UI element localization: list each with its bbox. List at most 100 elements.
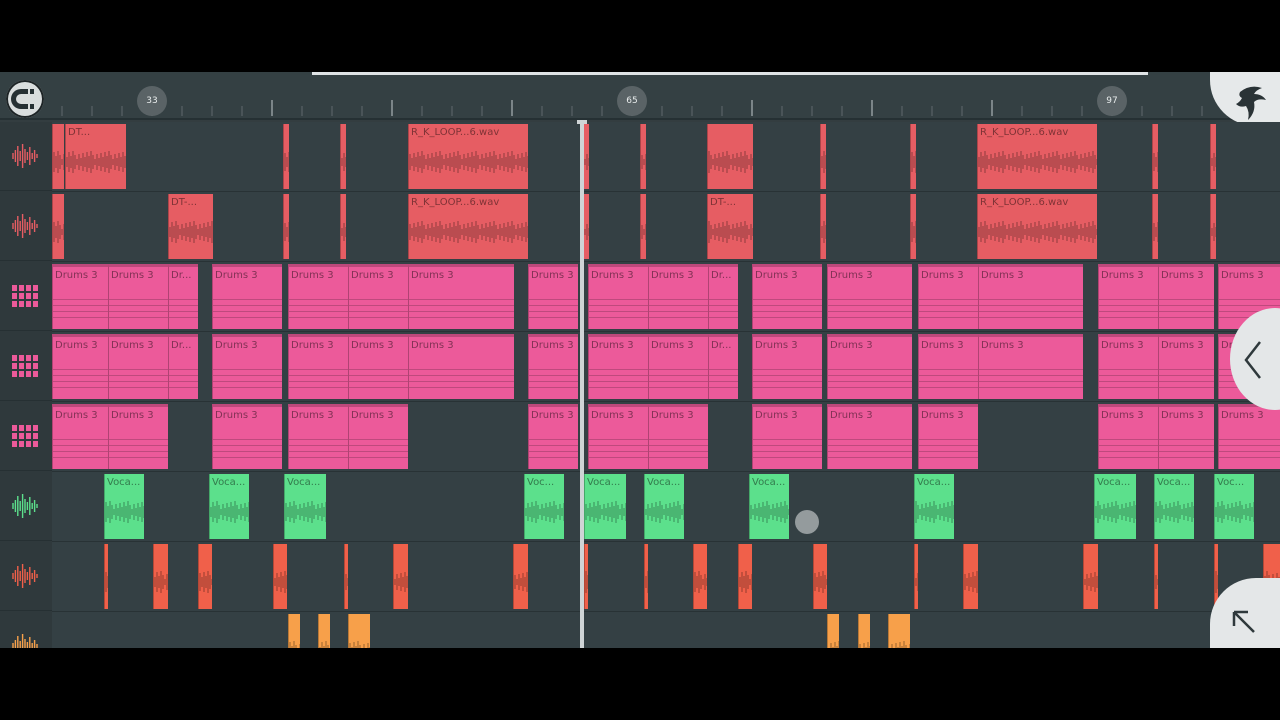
track-header[interactable] — [0, 402, 52, 471]
audio-clip[interactable] — [963, 544, 978, 609]
pattern-clip[interactable]: Drums 3 — [52, 404, 108, 469]
audio-clip[interactable] — [1154, 544, 1158, 609]
audio-clip[interactable] — [914, 544, 918, 609]
audio-clip[interactable] — [288, 614, 300, 648]
audio-clip[interactable] — [738, 544, 752, 609]
audio-clip[interactable] — [198, 544, 212, 609]
pattern-clip[interactable]: Drums 3 — [752, 404, 822, 469]
playlist-lanes[interactable]: DT... R_K_LOOP...6.wav R_K_LOOP...6.wav DT-… — [52, 122, 1280, 648]
audio-clip[interactable] — [52, 124, 64, 189]
pattern-clip[interactable]: Drums 3 — [108, 264, 168, 329]
pattern-clip[interactable]: Drums 3 — [827, 334, 912, 399]
pattern-clip[interactable]: Drums 3 — [918, 264, 978, 329]
bar-marker-33[interactable]: 33 — [137, 86, 167, 116]
audio-clip[interactable]: R_K_LOOP...6.wav — [408, 124, 528, 189]
audio-clip[interactable] — [104, 544, 108, 609]
pattern-clip[interactable]: Drums 3 — [752, 334, 822, 399]
pattern-clip[interactable]: Drums 3 — [528, 334, 578, 399]
audio-clip[interactable]: DT-... — [707, 194, 753, 259]
audio-clip[interactable] — [707, 124, 753, 189]
pattern-clip[interactable]: Drums 3 — [52, 334, 108, 399]
pattern-clip[interactable]: Drums 3 — [1158, 264, 1214, 329]
audio-clip[interactable]: R_K_LOOP...6.wav — [977, 124, 1097, 189]
audio-clip[interactable] — [820, 194, 826, 259]
pattern-clip[interactable]: Drums 3 — [408, 264, 514, 329]
audio-clip[interactable] — [1152, 194, 1158, 259]
pattern-clip[interactable]: Drums 3 — [528, 264, 578, 329]
pattern-clip[interactable]: Drums 3 — [588, 264, 648, 329]
audio-clip[interactable] — [283, 194, 289, 259]
pattern-clip[interactable]: Drums 3 — [978, 264, 1083, 329]
audio-clip[interactable] — [1210, 124, 1216, 189]
pattern-clip[interactable]: Drums 3 — [212, 264, 282, 329]
audio-clip[interactable]: Voca... — [914, 474, 954, 539]
audio-clip[interactable] — [340, 124, 346, 189]
pattern-clip[interactable]: Drums 3 — [1098, 264, 1158, 329]
track-header[interactable] — [0, 472, 52, 541]
audio-clip[interactable] — [393, 544, 408, 609]
audio-clip[interactable]: Voca... — [1154, 474, 1194, 539]
audio-clip[interactable] — [640, 124, 646, 189]
audio-clip[interactable]: R_K_LOOP...6.wav — [977, 194, 1097, 259]
audio-clip[interactable] — [348, 614, 370, 648]
audio-clip[interactable] — [52, 194, 64, 259]
track-header[interactable] — [0, 262, 52, 331]
audio-clip[interactable] — [827, 614, 839, 648]
audio-clip[interactable] — [858, 614, 870, 648]
pattern-clip[interactable]: Drums 3 — [648, 404, 708, 469]
track-header[interactable] — [0, 192, 52, 261]
track-header[interactable] — [0, 122, 52, 191]
track-header[interactable] — [0, 542, 52, 611]
audio-clip[interactable] — [318, 614, 330, 648]
audio-clip[interactable]: R_K_LOOP...6.wav — [408, 194, 528, 259]
pattern-clip[interactable]: Dr... — [168, 334, 198, 399]
pattern-clip[interactable]: Drums 3 — [348, 264, 408, 329]
audio-clip[interactable] — [513, 544, 528, 609]
pattern-clip[interactable]: Drums 3 — [288, 334, 348, 399]
horizontal-scrollbar[interactable] — [312, 72, 1148, 75]
audio-clip[interactable] — [888, 614, 910, 648]
audio-clip[interactable]: Voca... — [749, 474, 789, 539]
audio-clip[interactable]: Voca... — [104, 474, 144, 539]
pattern-clip[interactable]: Drums 3 — [1098, 334, 1158, 399]
pattern-clip[interactable]: Drums 3 — [648, 334, 708, 399]
track-lane[interactable] — [52, 612, 1280, 648]
bar-marker-65[interactable]: 65 — [617, 86, 647, 116]
pattern-clip[interactable]: Drums 3 — [978, 334, 1083, 399]
audio-clip[interactable] — [1083, 544, 1098, 609]
pattern-clip[interactable]: Dr... — [168, 264, 198, 329]
track-header[interactable] — [0, 332, 52, 401]
audio-clip[interactable]: DT-... — [168, 194, 213, 259]
audio-clip[interactable] — [584, 544, 588, 609]
audio-clip[interactable] — [340, 194, 346, 259]
pattern-clip[interactable]: Dr... — [708, 334, 738, 399]
audio-clip[interactable] — [283, 124, 289, 189]
audio-clip[interactable] — [693, 544, 707, 609]
audio-clip[interactable] — [1210, 194, 1216, 259]
audio-clip[interactable] — [820, 124, 826, 189]
pattern-clip[interactable]: Drums 3 — [212, 334, 282, 399]
audio-clip[interactable] — [813, 544, 827, 609]
pattern-clip[interactable]: Drums 3 — [1158, 404, 1214, 469]
pattern-clip[interactable]: Drums 3 — [827, 264, 912, 329]
pattern-clip[interactable]: Drums 3 — [108, 404, 168, 469]
audio-clip[interactable]: Voca... — [284, 474, 326, 539]
bar-marker-97[interactable]: 97 — [1097, 86, 1127, 116]
audio-clip[interactable]: Voc... — [524, 474, 564, 539]
audio-clip[interactable]: Voca... — [584, 474, 626, 539]
pattern-clip[interactable]: Drums 3 — [288, 404, 348, 469]
pattern-clip[interactable]: Drums 3 — [1158, 334, 1214, 399]
audio-clip[interactable] — [153, 544, 168, 609]
audio-clip[interactable] — [273, 544, 287, 609]
pattern-clip[interactable]: Drums 3 — [408, 334, 514, 399]
audio-clip[interactable]: Voca... — [209, 474, 249, 539]
snap-button[interactable] — [6, 80, 44, 118]
pattern-clip[interactable]: Drums 3 — [108, 334, 168, 399]
pattern-clip[interactable]: Drums 3 — [588, 404, 648, 469]
pattern-clip[interactable]: Drums 3 — [1218, 404, 1280, 469]
pattern-clip[interactable]: Dr... — [708, 264, 738, 329]
pattern-clip[interactable]: Drums 3 — [918, 404, 978, 469]
audio-clip[interactable]: Voc... — [1214, 474, 1254, 539]
pattern-clip[interactable]: Drums 3 — [588, 334, 648, 399]
audio-clip[interactable]: DT... — [65, 124, 126, 189]
